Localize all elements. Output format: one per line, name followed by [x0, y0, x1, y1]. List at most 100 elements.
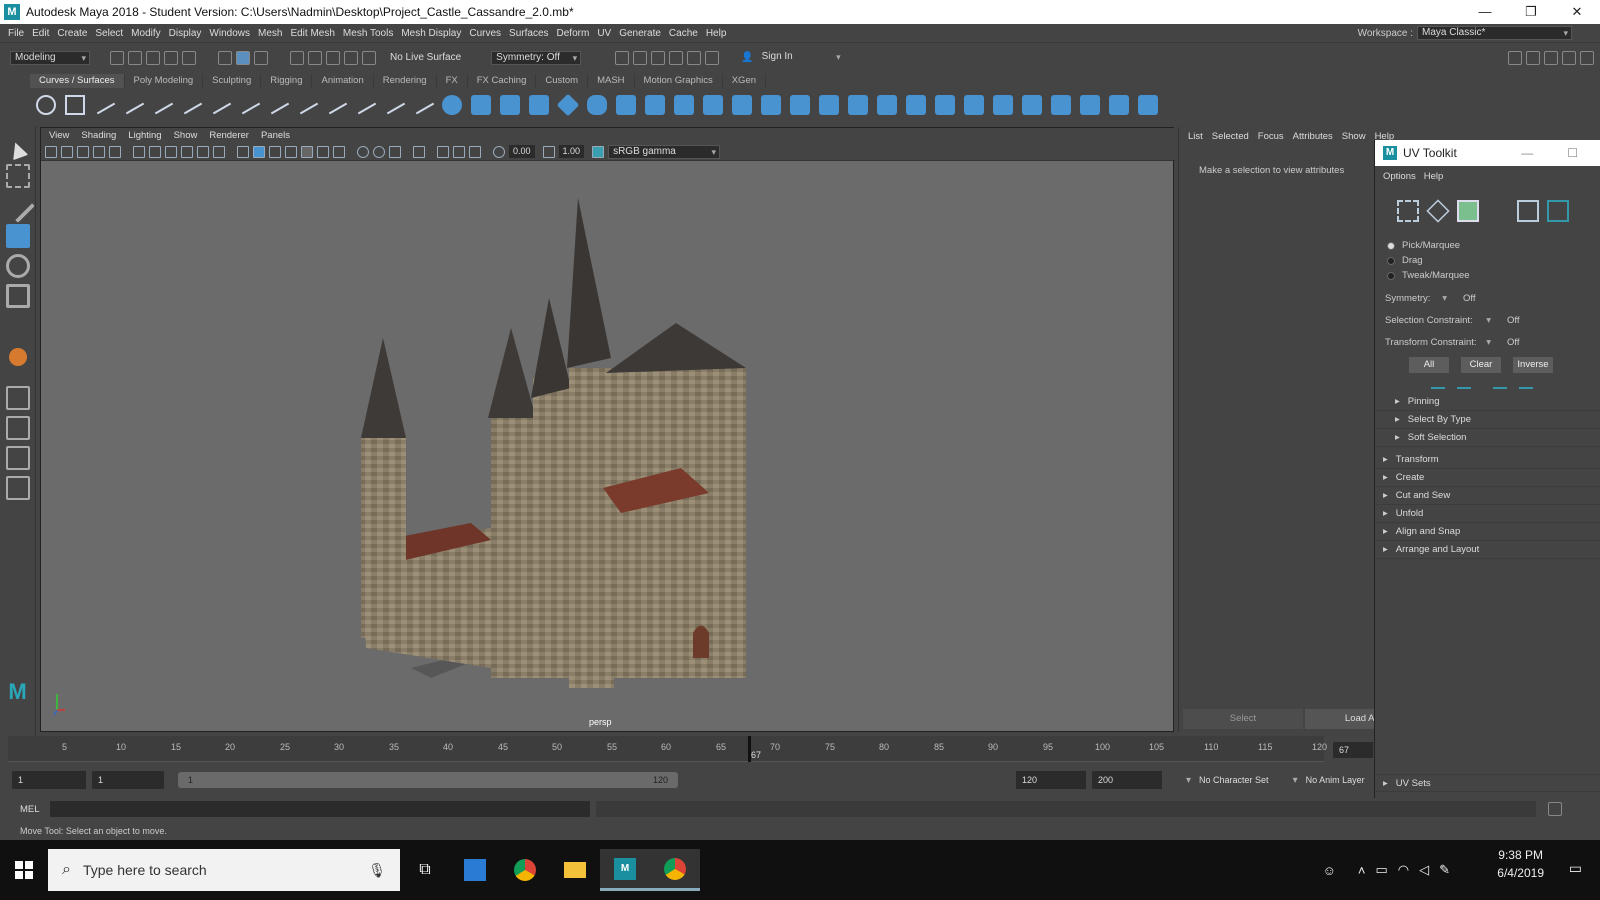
- save-scene-icon[interactable]: [146, 50, 160, 65]
- shelf-tab-xgen[interactable]: XGen: [723, 74, 767, 88]
- section-cut-and-sew[interactable]: Cut and Sew: [1375, 487, 1600, 505]
- menu-windows[interactable]: Windows: [209, 28, 250, 39]
- shelf-tab-mash[interactable]: MASH: [588, 74, 635, 88]
- snap-point-icon[interactable]: [326, 50, 340, 65]
- menu-mesh-display[interactable]: Mesh Display: [401, 28, 461, 39]
- gate-mask-icon[interactable]: [181, 145, 193, 158]
- chrome-icon[interactable]: [500, 849, 550, 891]
- curve-editing-icon[interactable]: [411, 95, 435, 115]
- mel-input[interactable]: [50, 801, 590, 817]
- nurbs-sphere-icon[interactable]: [442, 95, 462, 115]
- smooth-shade-icon[interactable]: [253, 145, 265, 158]
- invert-selection-button[interactable]: Inverse: [1513, 357, 1553, 373]
- extend-surface-icon[interactable]: [1080, 95, 1100, 115]
- nurbs-plane-icon[interactable]: [556, 93, 580, 117]
- snap-grid-icon[interactable]: [290, 50, 304, 65]
- shelf-tab-poly-modeling[interactable]: Poly Modeling: [125, 74, 204, 88]
- convert-to-edges-icon[interactable]: [1431, 379, 1445, 389]
- viewport-menu-shading[interactable]: Shading: [81, 128, 116, 143]
- castle-model[interactable]: [341, 188, 761, 688]
- people-icon[interactable]: ☺: [1323, 863, 1336, 878]
- grease-pencil-icon[interactable]: [109, 145, 121, 158]
- shelf-tab-rendering[interactable]: Rendering: [374, 74, 437, 88]
- channel-box-toggle-icon[interactable]: [1562, 50, 1576, 65]
- modeling-toolkit-icon[interactable]: [1508, 50, 1522, 65]
- bookmark-icon[interactable]: [61, 145, 73, 158]
- xray-joints-icon[interactable]: [469, 145, 481, 158]
- viewport-panel[interactable]: View Shading Lighting Show Renderer Pane…: [40, 127, 1175, 732]
- render-view-icon[interactable]: [687, 50, 702, 65]
- planar-icon[interactable]: [674, 95, 694, 115]
- detach-surfaces-icon[interactable]: [993, 95, 1013, 115]
- rebuild-curve-icon[interactable]: [353, 95, 377, 115]
- revolve-icon[interactable]: [616, 95, 636, 115]
- transform-constraint-label[interactable]: Transform Constraint:: [1385, 337, 1491, 348]
- section-align-and-snap[interactable]: Align and Snap: [1375, 523, 1600, 541]
- uv-mode-icon[interactable]: [1517, 200, 1539, 222]
- grow-selection-icon[interactable]: [1493, 379, 1507, 389]
- render-settings-icon[interactable]: [651, 50, 666, 65]
- nurbs-square-icon[interactable]: [65, 95, 85, 115]
- shelf-tab-custom[interactable]: Custom: [536, 74, 589, 88]
- shadows-icon[interactable]: [333, 145, 345, 158]
- tool-settings-toggle-icon[interactable]: [1544, 50, 1558, 65]
- open-scene-icon[interactable]: [128, 50, 142, 65]
- chrome-icon[interactable]: [650, 849, 700, 891]
- menu-create[interactable]: Create: [57, 28, 87, 39]
- task-view-icon[interactable]: ⧉: [400, 849, 450, 891]
- xray-icon[interactable]: [437, 145, 449, 158]
- shelf-tab-rigging[interactable]: Rigging: [261, 74, 313, 88]
- transform-constraint-value[interactable]: Off: [1507, 337, 1520, 348]
- shelf-tab-fx[interactable]: FX: [437, 74, 468, 88]
- resolution-gate-icon[interactable]: [165, 145, 177, 158]
- untrim-icon[interactable]: [877, 95, 897, 115]
- taskbar-clock[interactable]: 9:38 PM 6/4/2019: [1497, 846, 1544, 882]
- grid-icon[interactable]: [133, 145, 145, 158]
- uv-minimize-button[interactable]: —: [1521, 146, 1533, 160]
- detach-curves-icon[interactable]: [237, 95, 261, 115]
- use-all-lights-icon[interactable]: [317, 145, 329, 158]
- shelf-tab-motion-graphics[interactable]: Motion Graphics: [635, 74, 723, 88]
- paint-select-tool-icon[interactable]: [0, 189, 35, 223]
- menu-deform[interactable]: Deform: [557, 28, 590, 39]
- four-view-layout-icon[interactable]: [5, 416, 30, 440]
- character-set-label[interactable]: No Character Set: [1199, 775, 1269, 785]
- shrink-selection-icon[interactable]: [1519, 379, 1533, 389]
- camera-attributes-icon[interactable]: [45, 145, 57, 158]
- motion-blur-icon[interactable]: [373, 145, 385, 158]
- soft-mod-icon[interactable]: [8, 348, 27, 366]
- sign-in-dropdown[interactable]: Sign In: [757, 50, 844, 65]
- maya-taskbar-icon[interactable]: M: [600, 849, 650, 891]
- attribute-editor-toggle-icon[interactable]: [1526, 50, 1540, 65]
- scene-end-field[interactable]: 200: [1092, 771, 1162, 789]
- lasso-tool-icon[interactable]: [5, 164, 30, 188]
- arc-tool-icon[interactable]: [179, 95, 203, 115]
- minimize-button[interactable]: —: [1462, 0, 1508, 24]
- insert-isoparm-icon[interactable]: [1051, 95, 1071, 115]
- battery-icon[interactable]: ▭: [1375, 862, 1387, 878]
- film-gate-icon[interactable]: [149, 145, 161, 158]
- single-perspective-layout-icon[interactable]: [5, 386, 30, 410]
- mode-drag[interactable]: Drag: [1387, 253, 1600, 268]
- convert-to-faces-icon[interactable]: [1457, 379, 1471, 389]
- lock-icon[interactable]: [1580, 50, 1594, 65]
- hypershade-icon[interactable]: [669, 50, 684, 65]
- wireframe-on-shaded-icon[interactable]: [285, 145, 297, 158]
- viewport-menu-show[interactable]: Show: [174, 128, 198, 143]
- edge-mode-icon[interactable]: [1426, 199, 1450, 223]
- project-curve-icon[interactable]: [906, 95, 926, 115]
- menu-edit-mesh[interactable]: Edit Mesh: [290, 28, 334, 39]
- anim-layer-dropdown-icon[interactable]: ▾: [1293, 775, 1298, 786]
- menu-modify[interactable]: Modify: [131, 28, 160, 39]
- selection-constraint-label[interactable]: Selection Constraint:: [1385, 315, 1491, 326]
- ae-select-button[interactable]: Select: [1183, 709, 1303, 729]
- textured-icon[interactable]: [301, 145, 313, 158]
- snap-view-icon[interactable]: [344, 50, 358, 65]
- xray-active-icon[interactable]: [453, 145, 465, 158]
- wifi-icon[interactable]: ◠: [1398, 862, 1409, 878]
- anti-aliasing-icon[interactable]: [389, 145, 401, 158]
- two-d-pan-zoom-icon[interactable]: [93, 145, 105, 158]
- gamma-field[interactable]: 1.00: [558, 145, 585, 158]
- symmetry-value[interactable]: Off: [1463, 293, 1476, 304]
- playback-end-field[interactable]: 120: [1016, 771, 1086, 789]
